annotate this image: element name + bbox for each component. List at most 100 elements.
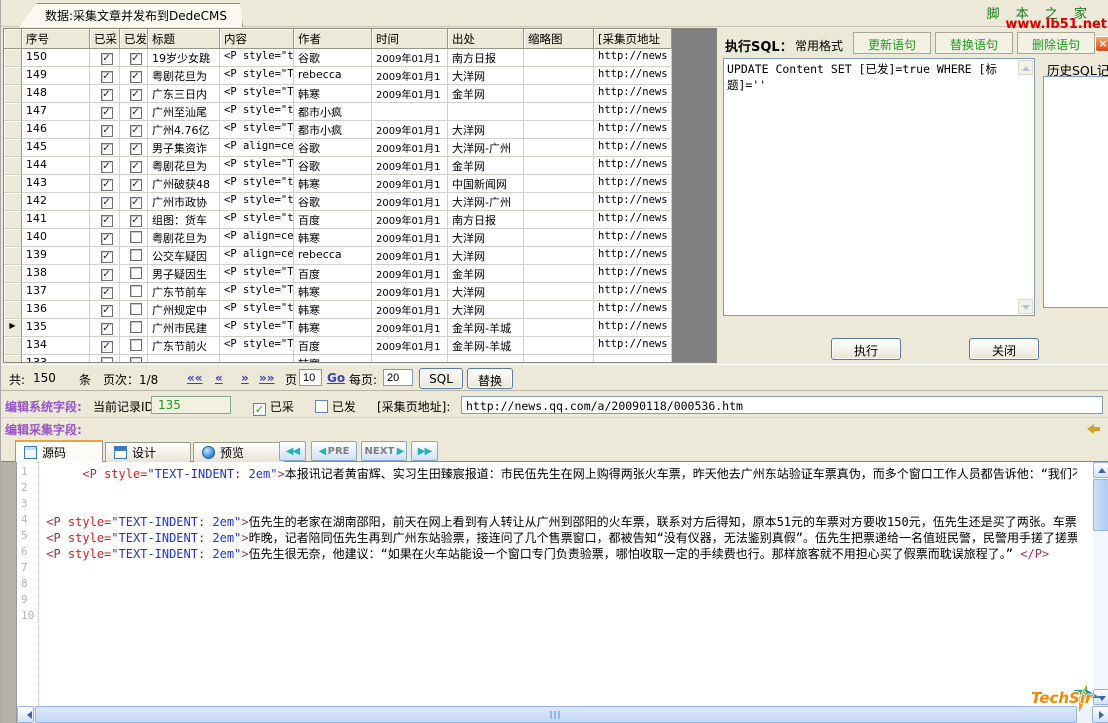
table-row[interactable]: 137✓广东节前车<P style="T韩寒2009年01月1大洋网http:/…: [4, 283, 672, 301]
nav-prev-button[interactable]: ◀ PRE: [311, 441, 357, 461]
nav-first-button[interactable]: ◀◀: [279, 441, 306, 461]
collect-url-input[interactable]: http://news.qq.com/a/20090118/000536.htm: [461, 396, 1103, 414]
editor-vertical-scrollbar[interactable]: [1093, 462, 1108, 705]
header-time[interactable]: 时间: [372, 29, 448, 49]
published-checkbox[interactable]: [120, 247, 148, 265]
row-selector[interactable]: [4, 283, 22, 301]
published-checkbox[interactable]: ✓: [120, 139, 148, 157]
table-row[interactable]: 144✓✓粤剧花旦为<P style="T谷歌2009年01月1金羊网http:…: [4, 157, 672, 175]
published-checkbox[interactable]: ✓: [120, 103, 148, 121]
collected-checkbox[interactable]: ✓: [90, 121, 120, 139]
collapse-arrow-icon[interactable]: [1087, 424, 1101, 434]
nav-last-button[interactable]: ▶▶: [411, 441, 438, 461]
table-row[interactable]: 148✓✓广东三日内<P style="T韩寒2009年01月1金羊网http:…: [4, 85, 672, 103]
replace-statement-button[interactable]: 替换语句: [935, 32, 1013, 54]
collected-checkbox[interactable]: [90, 355, 120, 363]
execute-button[interactable]: 执行: [831, 338, 901, 360]
table-row[interactable]: 141✓✓组图：货车<P style="t百度2009年01月1南方日报http…: [4, 211, 672, 229]
published-checkbox[interactable]: ✓: [120, 211, 148, 229]
next-page-link[interactable]: »: [241, 371, 249, 385]
table-row[interactable]: 139✓公交车疑因<P align=cerebecca2009年01月1大洋网h…: [4, 247, 672, 265]
published-checkbox[interactable]: ✓: [120, 49, 148, 67]
last-page-link[interactable]: »»: [259, 371, 275, 385]
row-selector[interactable]: [4, 85, 22, 103]
scroll-up-icon[interactable]: [1018, 60, 1033, 75]
published-checkbox[interactable]: [120, 283, 148, 301]
row-selector[interactable]: [4, 265, 22, 283]
row-selector[interactable]: [4, 193, 22, 211]
published-checkbox[interactable]: ✓: [120, 157, 148, 175]
table-row[interactable]: 146✓✓广州4.76亿<P style="T都市小疯2009年01月1大洋网h…: [4, 121, 672, 139]
header-author[interactable]: 作者: [294, 29, 372, 49]
source-code-editor[interactable]: 1 <P style="TEXT-INDENT: 2em">本报讯记者黄宙辉、实…: [1, 462, 1093, 706]
published-checkbox[interactable]: ✓: [120, 85, 148, 103]
horizontal-scrollbar-thumb[interactable]: [35, 706, 1077, 723]
pager-replace-button[interactable]: 替换: [467, 368, 513, 389]
published-checkbox[interactable]: 已发: [315, 398, 356, 415]
collected-checkbox[interactable]: ✓: [90, 265, 120, 283]
table-row[interactable]: 150✓✓19岁少女跳<P style="t谷歌2009年01月1南方日报htt…: [4, 49, 672, 67]
update-statement-button[interactable]: 更新语句: [853, 32, 931, 54]
table-row[interactable]: 133韩寒: [4, 355, 672, 363]
row-selector[interactable]: [4, 211, 22, 229]
published-checkbox[interactable]: ✓: [120, 67, 148, 85]
published-checkbox[interactable]: [120, 319, 148, 337]
tab-preview[interactable]: 预览: [193, 442, 285, 462]
row-selector[interactable]: [4, 337, 22, 355]
header-collected[interactable]: 已采: [90, 29, 120, 49]
collected-checkbox[interactable]: ✓: [90, 139, 120, 157]
row-selector[interactable]: [4, 355, 22, 363]
row-selector[interactable]: [4, 49, 22, 67]
page-number-input[interactable]: [299, 369, 322, 386]
table-row[interactable]: 140✓粤剧花旦为<P align=ce韩寒2009年01月1大洋网http:/…: [4, 229, 672, 247]
record-id-input[interactable]: 135: [151, 396, 231, 414]
table-row[interactable]: ▶135✓广州市民建<P style="T韩寒2009年01月1金羊网-羊城ht…: [4, 319, 672, 337]
collected-checkbox[interactable]: ✓: [90, 157, 120, 175]
table-row[interactable]: 138✓男子疑因生<P style="T百度2009年01月1金羊网http:/…: [4, 265, 672, 283]
row-selector[interactable]: [4, 67, 22, 85]
scroll-left-icon[interactable]: [17, 706, 34, 723]
collected-checkbox[interactable]: ✓: [90, 283, 120, 301]
table-row[interactable]: 136✓广州规定中<P style="t韩寒2009年01月1大洋网http:/…: [4, 301, 672, 319]
collected-checkbox[interactable]: ✓: [90, 229, 120, 247]
go-link[interactable]: Go: [327, 371, 345, 385]
table-row[interactable]: 147✓✓广州至汕尾<P style="t都市小疯http://news: [4, 103, 672, 121]
published-checkbox[interactable]: [120, 355, 148, 363]
table-row[interactable]: 142✓✓广州市政协<P style="t谷歌2009年01月1大洋网-广州ht…: [4, 193, 672, 211]
scroll-down-icon[interactable]: [1018, 299, 1033, 314]
collected-checkbox[interactable]: ✓: [90, 211, 120, 229]
published-checkbox[interactable]: [120, 301, 148, 319]
horizontal-scrollbar[interactable]: [17, 706, 1108, 723]
row-selector[interactable]: [4, 139, 22, 157]
header-url[interactable]: [采集页地址: [594, 29, 672, 49]
header-thumb[interactable]: 缩略图: [524, 29, 594, 49]
header-num[interactable]: 序号: [22, 29, 90, 49]
tab-source[interactable]: 源码: [15, 440, 103, 462]
row-selector[interactable]: [4, 229, 22, 247]
row-selector[interactable]: [4, 103, 22, 121]
published-checkbox[interactable]: [120, 265, 148, 283]
published-checkbox[interactable]: [120, 337, 148, 355]
row-selector[interactable]: [4, 121, 22, 139]
tab-design[interactable]: 设计: [105, 442, 191, 462]
table-row[interactable]: 149✓✓粤剧花旦为<P style="Trebecca2009年01月1大洋网…: [4, 67, 672, 85]
collected-checkbox[interactable]: ✓: [90, 193, 120, 211]
published-checkbox[interactable]: ✓: [120, 121, 148, 139]
nav-next-button[interactable]: NEXT ▶: [361, 441, 407, 461]
published-checkbox[interactable]: ✓: [120, 193, 148, 211]
per-page-input[interactable]: [383, 369, 413, 386]
row-selector[interactable]: [4, 157, 22, 175]
row-selector[interactable]: ▶: [4, 319, 22, 337]
collected-checkbox[interactable]: ✓: [90, 49, 120, 67]
table-row[interactable]: 143✓✓广州破获48<P style="t韩寒2009年01月1中国新闻网ht…: [4, 175, 672, 193]
delete-statement-button[interactable]: 删除语句: [1017, 32, 1095, 54]
table-row[interactable]: 134✓广东节前火<P style="T百度2009年01月1金羊网-羊城htt…: [4, 337, 672, 355]
sql-button[interactable]: SQL: [419, 368, 463, 389]
header-content[interactable]: 内容: [220, 29, 294, 49]
close-x-button[interactable]: ×: [1095, 36, 1108, 52]
collected-checkbox[interactable]: ✓: [90, 247, 120, 265]
history-sql-list[interactable]: [1043, 76, 1108, 308]
collected-checkbox[interactable]: ✓: [90, 337, 120, 355]
prev-page-link[interactable]: «: [215, 371, 223, 385]
collected-checkbox[interactable]: ✓: [90, 103, 120, 121]
